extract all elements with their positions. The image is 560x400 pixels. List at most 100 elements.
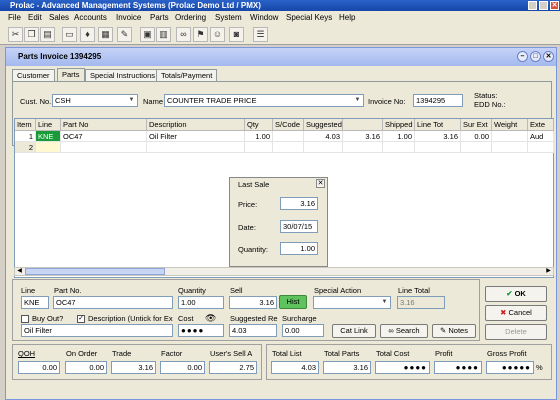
detail-line-field[interactable]: KNE [21,296,49,309]
col-header-ext[interactable]: Exte [528,119,554,131]
special-action-dropdown[interactable]: ▼ [313,296,391,309]
menu-system[interactable]: System [215,11,242,25]
menu-help[interactable]: Help [339,11,355,25]
row2-qty[interactable] [245,142,273,153]
row2-shipped[interactable] [383,142,415,153]
close-button[interactable]: ✕ [550,1,559,10]
row2-suggested-sell[interactable] [304,142,343,153]
maximize-button[interactable] [539,1,548,10]
row2-line-tot[interactable] [415,142,461,153]
menu-window[interactable]: Window [250,11,278,25]
tab-parts[interactable]: Parts [57,68,85,82]
col-header-scode[interactable]: S/Code [273,119,304,131]
row1-line[interactable]: KNE [36,131,61,142]
menu-edit[interactable]: Edit [28,11,42,25]
cut-icon[interactable]: ✂ [8,27,23,42]
col-header-part-no[interactable]: Part No [61,119,147,131]
row1-scode[interactable] [273,131,304,142]
eye-icon[interactable]: 👁 [205,313,216,324]
row2-weight[interactable] [492,142,528,153]
row2-description[interactable] [147,142,245,153]
row1-weight[interactable] [492,131,528,142]
ok-button[interactable]: ✔ OK [485,286,547,302]
row2-line[interactable] [36,142,61,153]
report-icon[interactable]: ☰ [253,27,268,42]
col-header-sell[interactable] [343,119,383,131]
edit-doc-icon[interactable]: ✎ [117,27,132,42]
col-header-sur-ext[interactable]: Sur Ext [461,119,492,131]
cancel-button[interactable]: ✖ Cancel [485,305,547,321]
col-header-line[interactable]: Line [36,119,61,131]
row2-sell[interactable] [343,142,383,153]
row2-ext[interactable] [528,142,554,153]
popup-close-icon[interactable]: ✕ [316,179,325,188]
cust-no-field[interactable]: CSH ▼ [52,94,138,107]
detail-sell-field[interactable]: 3.16 [229,296,277,309]
buy-out-checkbox[interactable] [21,315,29,323]
row2-scode[interactable] [273,142,304,153]
row1-ext[interactable]: Aud [528,131,554,142]
child-maximize-button[interactable]: □ [530,51,541,62]
row1-part-no[interactable]: OC47 [61,131,147,142]
chevron-down-icon[interactable]: ▼ [352,95,363,106]
description-checkbox[interactable]: ✓ [77,315,85,323]
menu-accounts[interactable]: Accounts [74,11,107,25]
menu-invoice[interactable]: Invoice [116,11,141,25]
grid-hscrollbar[interactable]: ◀ ▶ [14,267,554,276]
col-header-weight[interactable]: Weight [492,119,528,131]
hist-button[interactable]: Hist [279,295,307,309]
document-icon[interactable]: ▭ [62,27,77,42]
notepad-icon[interactable]: ▦ [98,27,113,42]
search-button[interactable]: ∞ Search [380,324,428,338]
person-icon[interactable]: ☺ [210,27,225,42]
database-icon[interactable]: ◙ [229,27,244,42]
menu-sales[interactable]: Sales [49,11,69,25]
chevron-down-icon[interactable]: ▼ [126,95,137,106]
row1-shipped[interactable]: 1.00 [383,131,415,142]
row1-suggested-sell[interactable]: 4.03 [304,131,343,142]
invoice-no-field[interactable]: 1394295 [413,94,463,107]
cat-link-button[interactable]: Cat Link [332,324,376,338]
archive-icon[interactable]: ▥ [156,27,171,42]
row1-qty[interactable]: 1.00 [245,131,273,142]
row1-sur-ext[interactable]: 0.00 [461,131,492,142]
row2-sur-ext[interactable] [461,142,492,153]
printer-icon[interactable]: ▣ [140,27,155,42]
chevron-down-icon[interactable]: ▼ [379,297,390,308]
detail-qty-field[interactable]: 1.00 [178,296,224,309]
paste-icon[interactable]: ▤ [40,27,55,42]
child-close-button[interactable]: ✕ [543,51,554,62]
scroll-thumb[interactable] [25,268,165,275]
menu-special-keys[interactable]: Special Keys [286,11,332,25]
suggested-retail-label: Suggested Re [230,314,278,323]
scroll-right-icon[interactable]: ▶ [544,268,553,275]
detail-part-no-field[interactable]: OC47 [53,296,173,309]
name-field[interactable]: COUNTER TRADE PRICE ▼ [164,94,364,107]
scroll-left-icon[interactable]: ◀ [15,268,24,275]
col-header-item[interactable]: Item [15,119,36,131]
col-header-suggested-sell[interactable]: Suggested Sell [304,119,343,131]
notes-button[interactable]: ✎ Notes [432,324,476,338]
binoculars-icon[interactable]: ∞ [176,27,191,42]
menu-ordering[interactable]: Ordering [175,11,206,25]
runner-icon[interactable]: ⚑ [193,27,208,42]
row1-sell[interactable]: 3.16 [343,131,383,142]
menu-parts[interactable]: Parts [150,11,169,25]
menu-file[interactable]: File [8,11,21,25]
col-header-line-tot[interactable]: Line Tot [415,119,461,131]
row1-description[interactable]: Oil Filter [147,131,245,142]
row2-item[interactable]: 2 [15,142,36,153]
col-header-description[interactable]: Description [147,119,245,131]
description-field[interactable]: Oil Filter [21,324,173,337]
bulb-icon[interactable]: ♦ [80,27,95,42]
col-header-qty[interactable]: Qty [245,119,273,131]
row1-item[interactable]: 1 [15,131,36,142]
col-header-shipped[interactable]: Shipped [383,119,415,131]
surcharge-field[interactable]: 0.00 [282,324,324,337]
minimize-button[interactable] [528,1,537,10]
child-minimize-button[interactable]: – [517,51,528,62]
row2-part-no[interactable] [61,142,147,153]
copy-icon[interactable]: ❐ [24,27,39,42]
delete-button[interactable]: Delete [485,324,547,340]
row1-line-tot[interactable]: 3.16 [415,131,461,142]
